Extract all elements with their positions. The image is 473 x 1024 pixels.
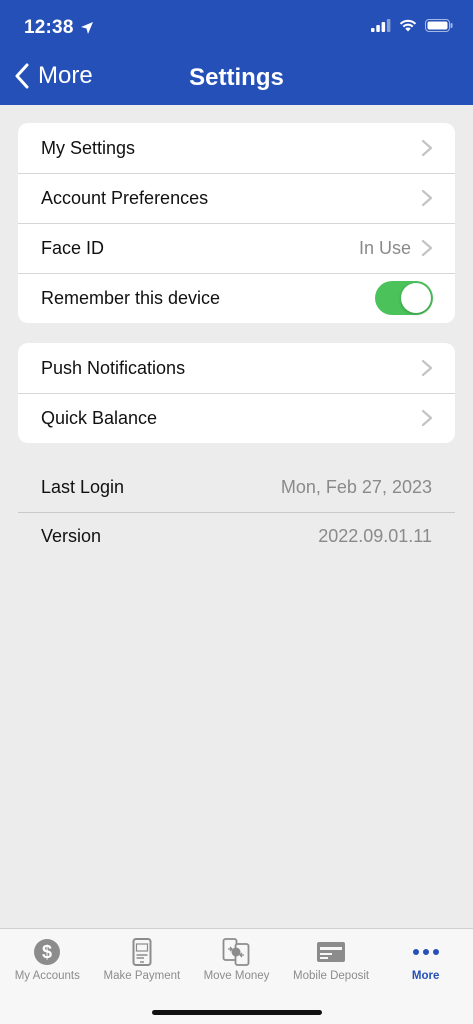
- page-title: Settings: [189, 64, 284, 91]
- toggle-knob: [401, 283, 431, 313]
- transfer-phones-icon: [223, 938, 250, 966]
- tab-label: My Accounts: [14, 970, 80, 982]
- row-label: Quick Balance: [41, 407, 158, 428]
- chevron-right-icon: [421, 239, 433, 257]
- remember-device-toggle[interactable]: [375, 281, 433, 315]
- tab-make-payment[interactable]: Make Payment: [95, 937, 190, 991]
- status-bar-time: 12:38: [24, 17, 94, 39]
- row-label: Push Notifications: [41, 357, 186, 378]
- tab-move-money[interactable]: Move Money: [189, 937, 284, 991]
- row-remember-device: Remember this device: [18, 273, 455, 323]
- wifi-icon: [399, 19, 417, 32]
- tab-my-accounts[interactable]: $ My Accounts: [0, 937, 95, 991]
- row-label: Face ID: [41, 237, 105, 258]
- chevron-right-icon: [421, 409, 433, 427]
- tab-label: Mobile Deposit: [293, 970, 370, 982]
- home-indicator[interactable]: [152, 1010, 322, 1015]
- row-label: Account Preferences: [41, 187, 209, 208]
- chevron-right-icon: [421, 359, 433, 377]
- top-bar: 12:38 More Settings: [0, 0, 473, 105]
- row-label: Remember this device: [41, 287, 221, 308]
- chevron-right-icon: [421, 189, 433, 207]
- tab-label: More: [411, 970, 440, 982]
- row-push-notifications[interactable]: Push Notifications: [18, 343, 455, 393]
- phone-pay-icon: [132, 938, 152, 966]
- info-label: Last Login: [41, 477, 125, 497]
- tab-mobile-deposit[interactable]: Mobile Deposit: [284, 937, 379, 991]
- signal-bars-icon: [371, 19, 391, 32]
- row-label: My Settings: [41, 137, 136, 158]
- row-quick-balance[interactable]: Quick Balance: [18, 393, 455, 443]
- bottom-tab-bar: $ My Accounts Make Payment Move Money Mo…: [0, 928, 473, 1024]
- check-card-icon: [317, 942, 346, 962]
- chevron-right-icon: [421, 139, 433, 157]
- more-dots-icon: [412, 949, 439, 955]
- tab-label: Make Payment: [103, 970, 181, 982]
- location-arrow-icon: [80, 22, 93, 34]
- info-version: Version 2022.09.01.11: [18, 512, 455, 561]
- row-my-settings[interactable]: My Settings: [18, 123, 455, 173]
- tab-more[interactable]: More: [378, 937, 473, 991]
- info-section: Last Login Mon, Feb 27, 2023 Version 202…: [18, 463, 455, 561]
- tab-label: Move Money: [203, 970, 270, 982]
- battery-icon: [425, 19, 453, 32]
- settings-group-notifications: Push Notifications Quick Balance: [18, 343, 455, 443]
- row-account-preferences[interactable]: Account Preferences: [18, 173, 455, 223]
- face-id-status: In Use: [358, 237, 411, 258]
- info-label: Version: [41, 526, 102, 546]
- version-value: 2022.09.01.11: [318, 526, 432, 546]
- status-icons: [371, 19, 453, 32]
- dollar-circle-icon: $: [34, 939, 61, 965]
- last-login-value: Mon, Feb 27, 2023: [280, 477, 432, 497]
- settings-group-main: My Settings Account Preferences Face ID …: [18, 123, 455, 323]
- row-face-id[interactable]: Face ID In Use: [18, 223, 455, 273]
- svg-text:$: $: [42, 942, 52, 962]
- info-last-login: Last Login Mon, Feb 27, 2023: [18, 463, 455, 512]
